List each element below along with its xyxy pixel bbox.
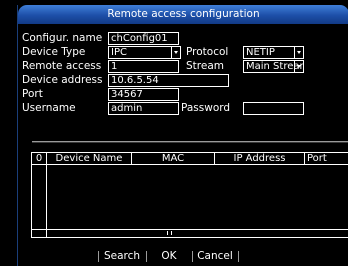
device-list-table[interactable]: 0 Device Name MAC IP Address Port bbox=[31, 152, 348, 238]
index-column-divider bbox=[46, 164, 47, 237]
device-address-field[interactable]: 10.6.5.54 bbox=[108, 74, 229, 87]
col-header-port: Port bbox=[307, 153, 327, 164]
stream-select[interactable]: Main Stream bbox=[243, 60, 304, 73]
button-divider bbox=[192, 251, 193, 262]
divider bbox=[32, 141, 348, 143]
port-label: Port bbox=[22, 88, 43, 100]
button-divider bbox=[238, 251, 239, 262]
col-header-mac: MAC bbox=[132, 153, 215, 164]
port-field[interactable]: 34567 bbox=[108, 88, 179, 101]
remote-access-dialog: Remote access configuration Configur. na… bbox=[17, 5, 348, 266]
stream-label: Stream bbox=[186, 60, 224, 72]
device-type-label: Device Type bbox=[22, 46, 86, 58]
device-type-value: IPC bbox=[111, 47, 127, 58]
scrollbar-thumb[interactable] bbox=[167, 231, 172, 235]
remote-access-field[interactable]: 1 bbox=[108, 60, 179, 73]
password-label: Password bbox=[181, 102, 231, 114]
button-divider bbox=[98, 251, 99, 262]
col-header-ip-address: IP Address bbox=[215, 153, 305, 164]
protocol-value: NETIP bbox=[246, 47, 275, 58]
chevron-down-icon[interactable] bbox=[294, 61, 303, 72]
config-name-label: Configur. name bbox=[22, 32, 103, 44]
device-address-label: Device address bbox=[22, 74, 103, 86]
device-type-select[interactable]: IPC bbox=[108, 46, 181, 59]
protocol-select[interactable]: NETIP bbox=[243, 46, 304, 59]
ok-button[interactable]: OK bbox=[148, 250, 190, 263]
dialog-title: Remote access configuration bbox=[18, 5, 348, 24]
remote-access-label: Remote access bbox=[22, 60, 102, 72]
chevron-down-icon[interactable] bbox=[294, 47, 303, 58]
username-field[interactable]: admin bbox=[108, 102, 179, 115]
col-header-index: 0 bbox=[32, 153, 47, 164]
cancel-button[interactable]: Cancel bbox=[194, 250, 236, 263]
chevron-down-icon[interactable] bbox=[171, 47, 180, 58]
search-button[interactable]: Search bbox=[100, 250, 144, 263]
button-divider bbox=[146, 251, 147, 262]
username-label: Username bbox=[22, 102, 76, 114]
password-field[interactable] bbox=[243, 102, 304, 115]
config-name-field[interactable]: chConfig01 bbox=[108, 32, 179, 45]
table-header: 0 Device Name MAC IP Address Port bbox=[32, 153, 348, 165]
horizontal-scrollbar[interactable] bbox=[32, 229, 348, 237]
col-header-device-name: Device Name bbox=[47, 153, 132, 164]
protocol-label: Protocol bbox=[186, 46, 229, 58]
